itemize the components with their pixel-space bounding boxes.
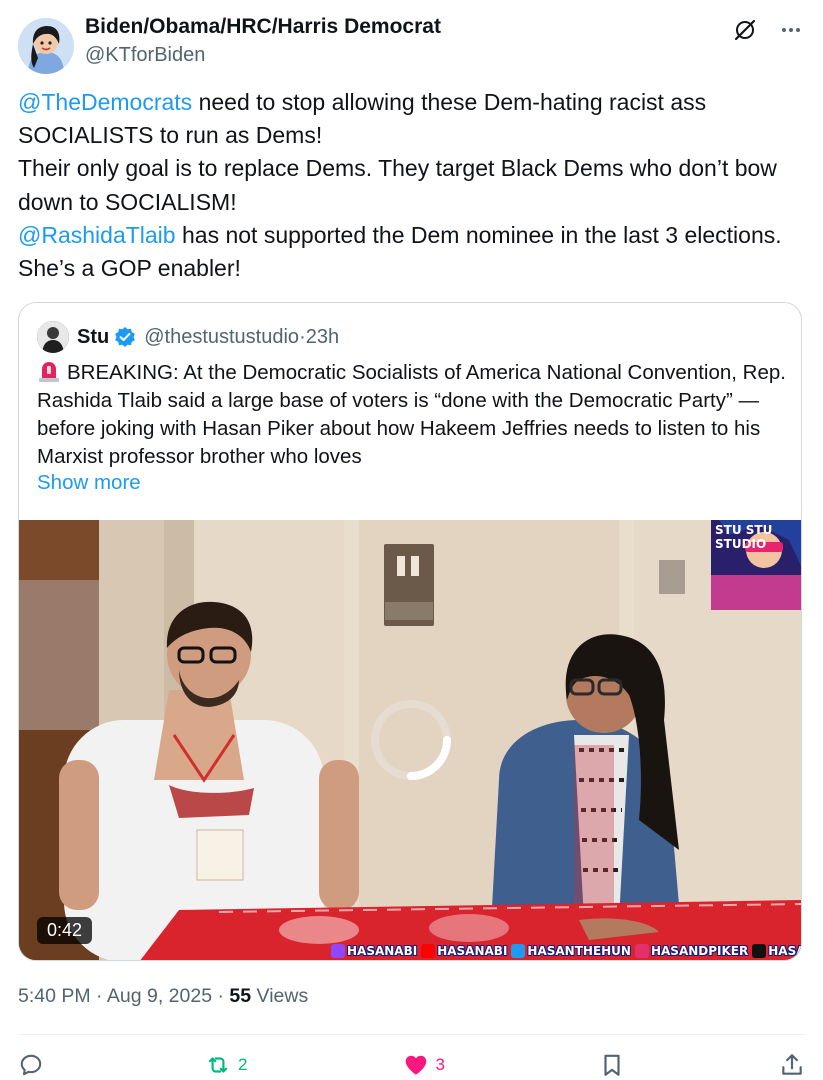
quoted-author-handle[interactable]: @thestustustudio [144,326,299,349]
tweet-text-segment: Their only goal is to replace Dems. They… [18,155,777,215]
action-bar: 2 3 [18,1050,805,1080]
retweet-button[interactable]: 2 [204,1052,247,1078]
author-avatar[interactable] [18,18,74,74]
youtube-handle: HASANABI [421,944,507,958]
instagram-icon [634,944,649,958]
quoted-author-name[interactable]: Stu [77,326,109,349]
bookmark-icon [604,1054,620,1076]
quoted-author-avatar[interactable] [37,321,69,353]
show-more-link[interactable]: Show more [37,471,141,495]
meta-separator: · [96,985,107,1007]
retweet-icon [208,1057,228,1073]
mention-link[interactable]: @TheDemocrats [18,89,192,115]
mention-link[interactable]: @RashidaTlaib [18,222,176,248]
like-count: 3 [435,1055,445,1074]
quoted-tweet-body: BREAKING: At the Democratic Socialists o… [37,361,786,468]
meta-separator: · [217,985,230,1007]
tiktok-handle: HASANDPIKER [752,944,801,958]
video-duration-badge: 0:42 [37,917,93,944]
tweet-header: Biden/Obama/HRC/Harris Democrat @KTforBi… [18,12,805,74]
svg-text:STU STU: STU STU [715,523,772,537]
reply-button[interactable] [18,1052,50,1078]
verified-badge-icon [114,326,136,348]
slashed-circle-icon[interactable] [731,16,759,44]
svg-text:STUDIO: STUDIO [715,537,766,551]
twitch-icon [331,944,345,958]
author-display-name[interactable]: Biden/Obama/HRC/Harris Democrat [85,14,441,40]
quoted-tweet-card[interactable]: Stu @thestustustudio · 23h BREAKING: At … [18,302,802,961]
views-label: Views [256,985,309,1007]
bird-icon [511,944,526,958]
video-player[interactable]: STU STU STUDIO 0:42 HASANABI HASANABI HA… [19,520,801,960]
author-handle[interactable]: @KTforBiden [85,42,441,68]
twitter-handle: HASANTHEHUN [511,944,631,958]
tweet-meta: 5:40 PM · Aug 9, 2025 · 55 Views [18,985,308,1008]
tweet-time[interactable]: 5:40 PM [18,985,91,1007]
twitch-handle: HASANABI [331,944,417,958]
tweet-body: @TheDemocrats need to stop allowing thes… [18,86,808,285]
quoted-tweet-header: Stu @thestustustudio · 23h [37,321,339,353]
tiktok-icon [752,944,767,958]
like-button[interactable]: 3 [402,1052,445,1078]
meta-separator: · [299,325,306,348]
video-frame: STU STU STUDIO [19,520,801,960]
siren-emoji-icon [37,360,61,382]
tweet-date[interactable]: Aug 9, 2025 [107,985,212,1007]
quoted-tweet-time[interactable]: 23h [306,326,339,349]
share-icon [782,1054,802,1075]
views-count: 55 [229,985,252,1007]
reply-icon [20,1054,42,1076]
divider [18,1034,805,1035]
video-social-handles: HASANABI HASANABI HASANTHEHUN HASANDPIKE… [331,944,801,958]
bookmark-button[interactable] [599,1052,625,1078]
instagram-handle: HASANDPIKER [634,944,748,958]
share-button[interactable] [779,1052,805,1078]
retweet-count: 2 [238,1055,248,1074]
heart-icon [405,1055,426,1075]
youtube-icon [421,944,436,958]
quoted-tweet-text: BREAKING: At the Democratic Socialists o… [37,359,789,471]
more-dots-icon[interactable] [777,16,805,44]
